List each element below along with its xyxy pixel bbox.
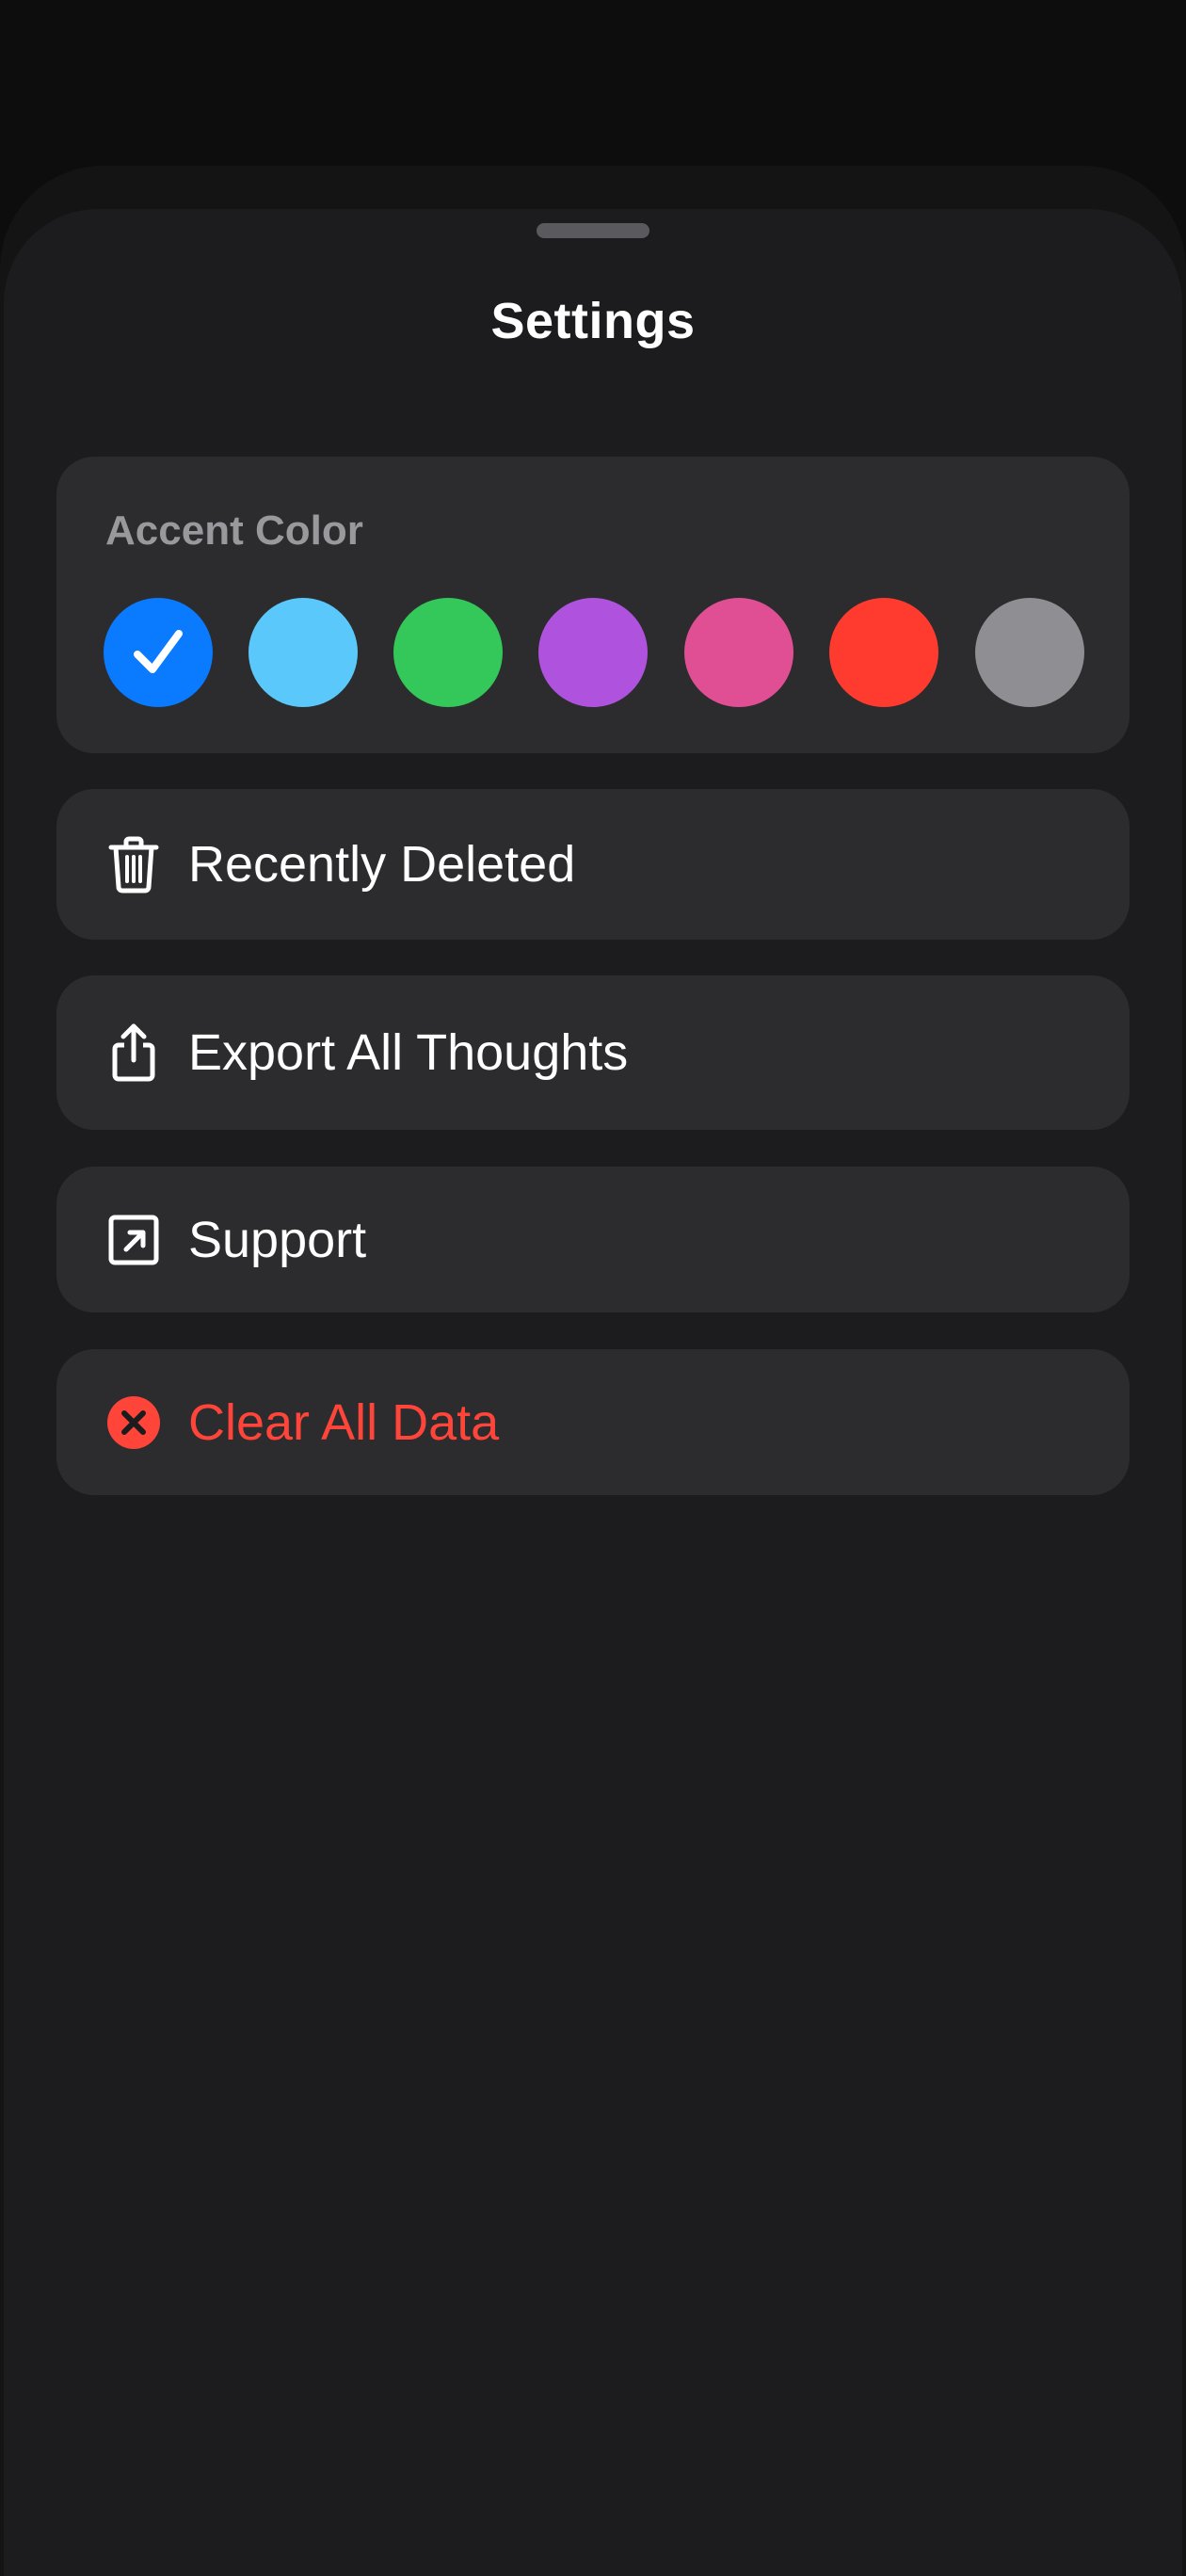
page-title: Settings <box>490 293 696 349</box>
clear-circle-icon <box>107 1395 160 1449</box>
export-all-thoughts-button[interactable]: Export All Thoughts <box>56 975 1130 1130</box>
support-label: Support <box>188 1211 367 1268</box>
color-swatch-light-blue[interactable] <box>248 598 358 707</box>
recently-deleted-label: Recently Deleted <box>188 836 576 893</box>
accent-color-swatches <box>104 598 1084 707</box>
accent-color-label: Accent Color <box>105 507 363 554</box>
accent-color-card: Accent Color <box>56 457 1130 753</box>
color-swatch-purple[interactable] <box>538 598 648 707</box>
export-all-thoughts-label: Export All Thoughts <box>188 1024 629 1081</box>
color-swatch-green[interactable] <box>393 598 503 707</box>
color-swatch-pink[interactable] <box>684 598 793 707</box>
color-swatch-gray[interactable] <box>975 598 1084 707</box>
sheet-grabber[interactable] <box>537 223 649 238</box>
color-swatch-red[interactable] <box>829 598 938 707</box>
recently-deleted-button[interactable]: Recently Deleted <box>56 789 1130 940</box>
color-swatch-blue[interactable] <box>104 598 213 707</box>
share-icon <box>112 1023 155 1082</box>
clear-all-data-button[interactable]: Clear All Data <box>56 1349 1130 1495</box>
support-button[interactable]: Support <box>56 1167 1130 1312</box>
external-link-icon <box>108 1215 159 1264</box>
trash-icon <box>108 836 159 894</box>
checkmark-icon <box>134 630 183 673</box>
clear-all-data-label: Clear All Data <box>188 1393 500 1451</box>
